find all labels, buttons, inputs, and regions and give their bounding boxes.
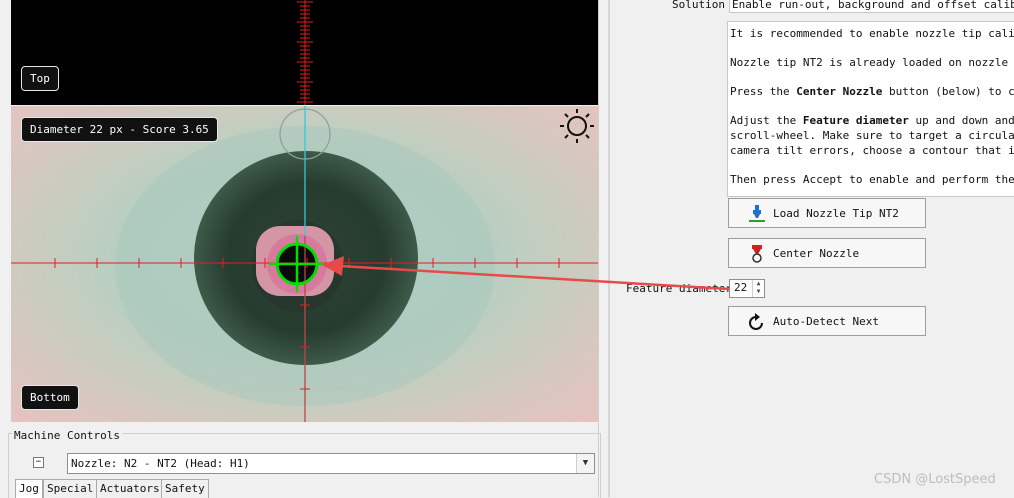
center-nozzle-icon (752, 245, 762, 263)
instruction-line: scroll-wheel. Make sure to target a circ… (730, 129, 1014, 142)
bottom-camera-label: Bottom (21, 385, 79, 410)
watermark: CSDN @LostSpeed (874, 472, 996, 487)
rotate-arrow-icon (749, 313, 763, 330)
top-camera-view[interactable]: Top (11, 0, 598, 105)
solution-label: Solution (672, 0, 725, 11)
auto-detect-next-label: Auto-Detect Next (773, 315, 879, 328)
tab-safety[interactable]: Safety (161, 479, 209, 498)
center-nozzle-label: Center Nozzle (773, 247, 860, 260)
top-camera-reticle (297, 0, 313, 105)
collapse-icon[interactable]: − (33, 457, 44, 468)
nozzle-camera-image (11, 106, 598, 422)
instruction-line: Press the Center Nozzle button (below) t… (730, 85, 1014, 98)
top-camera-label: Top (21, 66, 59, 91)
nozzle-select-value: Nozzle: N2 - NT2 (Head: H1) (71, 457, 250, 470)
instruction-line: camera tilt errors, choose a contour tha… (730, 144, 1014, 157)
machine-controls-title: Machine Controls (12, 429, 122, 442)
solution-description: Enable run-out, background and offset ca… (729, 0, 1014, 13)
panel-border (608, 0, 610, 497)
spinner-arrows-icon[interactable]: ▲ ▼ (752, 280, 764, 297)
feature-diameter-value: 22 (734, 281, 748, 294)
load-nozzle-tip-button[interactable]: Load Nozzle Tip NT2 (728, 198, 926, 228)
chevron-down-icon[interactable]: ▼ (576, 454, 594, 473)
feature-diameter-label: Feature diameter (626, 282, 732, 295)
auto-detect-next-button[interactable]: Auto-Detect Next (728, 306, 926, 336)
load-nozzle-tip-label: Load Nozzle Tip NT2 (773, 207, 899, 220)
tab-jog[interactable]: Jog (15, 479, 43, 498)
nozzle-tip-load-icon (749, 205, 765, 222)
nozzle-select[interactable]: Nozzle: N2 - NT2 (Head: H1) ▼ (67, 453, 595, 474)
center-nozzle-button[interactable]: Center Nozzle (728, 238, 926, 268)
instruction-line: Adjust the Feature diameter up and down … (730, 114, 1014, 127)
instruction-line: Then press Accept to enable and perform … (730, 173, 1014, 186)
instructions-text: It is recommended to enable nozzle tip c… (727, 21, 1014, 197)
brightness-icon[interactable] (560, 109, 594, 143)
bottom-camera-view[interactable]: Diameter 22 px - Score 3.65 Bottom (11, 106, 598, 422)
instruction-line: Nozzle tip NT2 is already loaded on nozz… (730, 56, 1014, 69)
tab-special[interactable]: Special (43, 479, 98, 498)
detection-info-label: Diameter 22 px - Score 3.65 (21, 117, 218, 142)
feature-diameter-spinner[interactable]: 22 ▲ ▼ (729, 279, 765, 298)
instruction-line: It is recommended to enable nozzle tip c… (730, 27, 1014, 40)
tab-actuators[interactable]: Actuators (96, 479, 164, 498)
